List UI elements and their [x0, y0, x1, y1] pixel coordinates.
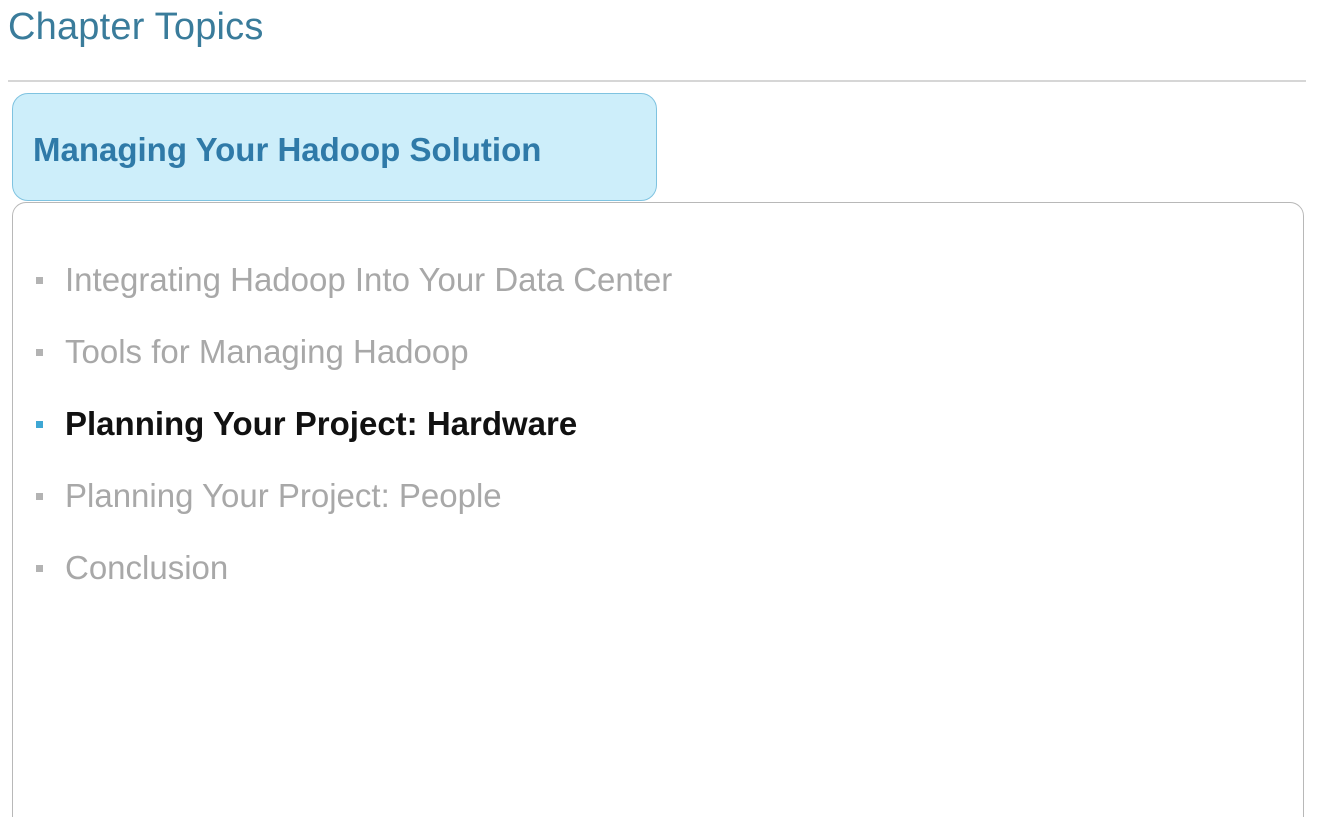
section-tab-label: Managing Your Hadoop Solution [33, 131, 542, 168]
topic-item-planning-people: Planning Your Project: People [36, 460, 672, 532]
bullet-square-icon [36, 348, 43, 356]
bullet-square-icon [36, 276, 43, 284]
section-tab: Managing Your Hadoop Solution [12, 93, 657, 201]
topic-item-planning-hardware: Planning Your Project: Hardware [36, 388, 672, 460]
title-divider [8, 80, 1306, 82]
topic-label: Conclusion [65, 549, 229, 586]
topic-label: Planning Your Project: People [65, 477, 502, 514]
topic-label: Planning Your Project: Hardware [65, 405, 578, 442]
topic-item-conclusion: Conclusion [36, 532, 672, 604]
topic-item-integrating: Integrating Hadoop Into Your Data Center [36, 244, 672, 316]
bullet-square-icon [36, 492, 43, 500]
bullet-square-icon [36, 420, 43, 428]
topic-item-tools: Tools for Managing Hadoop [36, 316, 672, 388]
topic-list: Integrating Hadoop Into Your Data Center… [36, 244, 672, 604]
topic-label: Tools for Managing Hadoop [65, 333, 469, 370]
slide: Chapter Topics Managing Your Hadoop Solu… [0, 0, 1333, 817]
topic-label: Integrating Hadoop Into Your Data Center [65, 261, 673, 298]
page-title: Chapter Topics [8, 6, 264, 48]
bullet-square-icon [36, 564, 43, 572]
